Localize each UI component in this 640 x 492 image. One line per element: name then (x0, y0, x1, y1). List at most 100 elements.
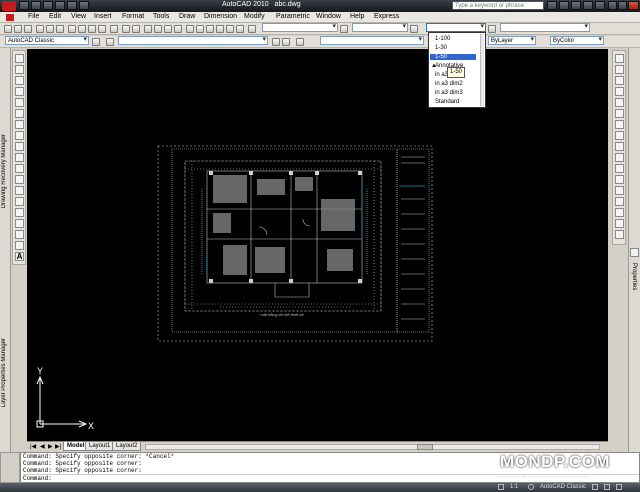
publish-icon[interactable] (56, 25, 64, 33)
properties-palette-tab[interactable]: Properties (631, 263, 637, 290)
drawing-recovery-manager-tab[interactable]: Drawing Recovery Manager (1, 134, 7, 208)
menu-edit[interactable]: Edit (49, 13, 61, 20)
dim-style-icon[interactable] (410, 25, 418, 33)
extend-icon[interactable] (615, 164, 624, 173)
help-icon[interactable] (595, 1, 605, 10)
menu-parametric[interactable]: Parametric (276, 13, 310, 20)
multiline-text-icon[interactable]: A (15, 252, 24, 261)
print-preview-icon[interactable] (46, 25, 54, 33)
horizontal-scrollbar[interactable] (145, 444, 600, 450)
layer-properties-manager-tab[interactable]: Layer Properties Manager (1, 338, 7, 407)
hatch-icon[interactable] (15, 208, 24, 217)
zoom-realtime-icon[interactable] (154, 25, 162, 33)
rotate-icon[interactable] (615, 120, 624, 129)
clean-screen-icon[interactable] (616, 484, 622, 490)
plot-icon[interactable] (79, 1, 89, 10)
spline-icon[interactable] (15, 142, 24, 151)
copy-icon[interactable] (78, 25, 86, 33)
construction-line-icon[interactable] (15, 65, 24, 74)
text-style-icon[interactable] (340, 25, 348, 33)
block-editor-icon[interactable] (110, 25, 118, 33)
open-file-icon[interactable] (14, 25, 22, 33)
stretch-icon[interactable] (615, 142, 624, 151)
undo-tool-icon[interactable] (122, 25, 130, 33)
markup-icon[interactable] (226, 25, 234, 33)
join-icon[interactable] (615, 197, 624, 206)
zoom-window-icon[interactable] (164, 25, 172, 33)
region-icon[interactable] (15, 230, 24, 239)
tab-nav-prev-icon[interactable]: ◀ (40, 443, 45, 450)
maximize-button[interactable] (618, 1, 627, 10)
qnew-icon[interactable] (4, 25, 12, 33)
model-space-icon[interactable] (498, 484, 504, 490)
pan-icon[interactable] (144, 25, 152, 33)
table-style-icon[interactable] (488, 25, 496, 33)
communication-center-icon[interactable] (571, 1, 581, 10)
dropdown-item[interactable]: 1-100 (435, 36, 450, 42)
revision-cloud-icon[interactable] (15, 131, 24, 140)
cut-icon[interactable] (68, 25, 76, 33)
tab-nav-next-icon[interactable]: ▶ (48, 443, 53, 450)
sheet-set-icon[interactable] (216, 25, 224, 33)
explode-icon[interactable] (615, 230, 624, 239)
dropdown-item[interactable]: in a3 dim3 (435, 90, 463, 96)
menu-window[interactable]: Window (316, 13, 341, 20)
open-icon[interactable] (31, 1, 41, 10)
menu-express[interactable]: Express (374, 13, 399, 20)
copy-object-icon[interactable] (615, 65, 624, 74)
ellipse-icon[interactable] (15, 153, 24, 162)
palette-options-icon[interactable] (630, 248, 639, 257)
multileader-style-combo[interactable] (500, 23, 590, 32)
break-icon[interactable] (615, 186, 624, 195)
color-control-icon[interactable] (296, 38, 304, 46)
menu-modify[interactable]: Modify (244, 13, 265, 20)
gradient-icon[interactable] (15, 219, 24, 228)
autocad-logo-icon[interactable] (2, 1, 16, 11)
make-block-icon[interactable] (15, 186, 24, 195)
table-icon[interactable] (15, 241, 24, 250)
isolate-objects-icon[interactable] (604, 484, 610, 490)
calculator-icon[interactable] (236, 25, 244, 33)
workspace-status[interactable]: AutoCAD Classic (540, 484, 586, 490)
color-combo[interactable] (320, 36, 424, 45)
insert-block-icon[interactable] (15, 175, 24, 184)
menu-tools[interactable]: Tools (153, 13, 169, 20)
workspace-settings-icon[interactable] (92, 38, 100, 46)
new-icon[interactable] (19, 1, 29, 10)
tab-nav-first-icon[interactable]: |◀ (30, 443, 36, 450)
subscription-center-icon[interactable] (559, 1, 569, 10)
document-menu-icon[interactable] (6, 14, 14, 21)
save-icon[interactable] (43, 1, 53, 10)
layer-previous-icon[interactable] (282, 38, 290, 46)
menu-help[interactable]: Help (350, 13, 364, 20)
dropdown-item[interactable]: in a3 dim2 (435, 81, 463, 87)
menu-file[interactable]: File (28, 13, 39, 20)
workspace-combo[interactable]: AutoCAD Classic (5, 36, 89, 45)
chamfer-icon[interactable] (615, 208, 624, 217)
arc-icon[interactable] (15, 109, 24, 118)
offset-icon[interactable] (615, 87, 624, 96)
table-style-combo[interactable] (426, 23, 486, 32)
search-icon[interactable] (547, 1, 557, 10)
help-tool-icon[interactable] (248, 25, 256, 33)
favorites-icon[interactable] (583, 1, 593, 10)
annotation-scale[interactable]: 1:1 (510, 484, 518, 490)
menu-format[interactable]: Format (122, 13, 144, 20)
close-button[interactable] (628, 1, 639, 10)
tab-layout1[interactable]: Layout1 (85, 442, 115, 451)
undo-icon[interactable] (55, 1, 65, 10)
properties-icon[interactable] (186, 25, 194, 33)
menu-view[interactable]: View (71, 13, 86, 20)
design-center-icon[interactable] (196, 25, 204, 33)
circle-icon[interactable] (15, 120, 24, 129)
search-input[interactable]: Type a keyword or phrase (452, 1, 544, 10)
ellipse-arc-icon[interactable] (15, 164, 24, 173)
scale-icon[interactable] (615, 131, 624, 140)
menu-dimension[interactable]: Dimension (204, 13, 237, 20)
dropdown-item[interactable]: Standard (435, 99, 459, 105)
annotation-visibility-icon[interactable] (528, 484, 534, 490)
make-current-layer-icon[interactable] (272, 38, 280, 46)
match-properties-icon[interactable] (98, 25, 106, 33)
redo-icon[interactable] (67, 1, 77, 10)
move-icon[interactable] (615, 109, 624, 118)
